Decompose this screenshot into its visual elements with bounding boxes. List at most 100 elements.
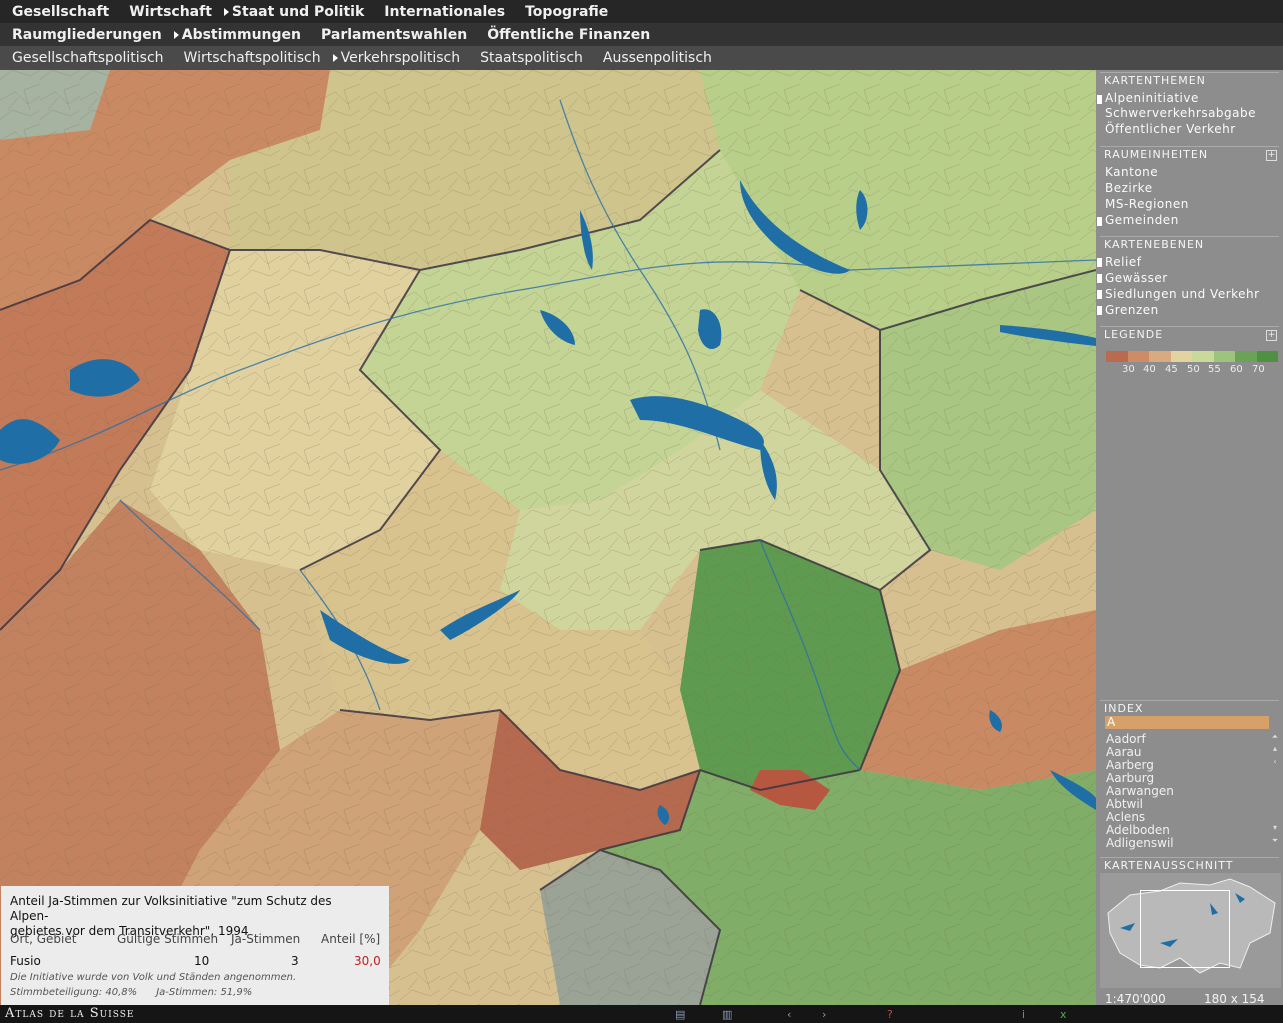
document-icon[interactable]: ▥ <box>722 1008 732 1021</box>
selected-marker <box>1097 217 1102 226</box>
legend-label: 50 <box>1187 364 1200 375</box>
value-share: 30,0 <box>354 954 381 968</box>
overview-map[interactable] <box>1100 873 1281 988</box>
index-item[interactable]: Aarburg <box>1106 771 1154 785</box>
nav-internationales[interactable]: Internationales <box>374 4 515 20</box>
help-icon[interactable]: ? <box>887 1008 893 1021</box>
nav-staatspolitisch[interactable]: Staatspolitisch <box>470 50 593 66</box>
theme-schwerverkehrsabgabe[interactable]: Schwerverkehrsabgabe <box>1105 106 1256 120</box>
nav-gesellschaft[interactable]: Gesellschaft <box>0 4 119 20</box>
nav-staat-und-politik[interactable]: Staat und Politik <box>222 4 374 20</box>
value-valid: 10 <box>194 954 210 968</box>
index-item[interactable]: Adligenswil <box>1106 836 1174 850</box>
nav-topografie[interactable]: Topografie <box>515 4 618 20</box>
section-title-kartenthemen: KARTENTHEMEN <box>1104 74 1206 87</box>
viewport-rectangle[interactable] <box>1140 890 1230 968</box>
unit-gemeinden[interactable]: Gemeinden <box>1105 213 1179 227</box>
nav-verkehrspolitisch[interactable]: Verkehrspolitisch <box>331 50 470 66</box>
info-note: Die Initiative wurde von Volk und Stände… <box>10 972 297 983</box>
legend-label: 45 <box>1165 364 1178 375</box>
value-place: Fusio <box>10 954 41 968</box>
layer-siedlungen-verkehr[interactable]: Siedlungen und Verkehr <box>1105 287 1260 301</box>
scale-readout: 1:470'000 <box>1105 992 1166 1006</box>
nav-wirtschaftspolitisch[interactable]: Wirtschaftspolitisch <box>174 50 331 66</box>
divider <box>1100 146 1279 147</box>
scroll-top-icon[interactable]: ⏶ <box>1270 732 1280 741</box>
index-item[interactable]: Aarau <box>1106 745 1141 759</box>
nav-oeffentliche-finanzen[interactable]: Öffentliche Finanzen <box>477 27 660 43</box>
header-gueltige-stimmen: Gültige Stimmen <box>117 932 219 946</box>
theme-alpeninitiative[interactable]: Alpeninitiative <box>1105 91 1199 105</box>
index-item[interactable]: Aadorf <box>1106 732 1146 746</box>
legend-swatch <box>1192 351 1214 362</box>
legend-swatch <box>1256 351 1278 362</box>
index-search-input[interactable]: A <box>1105 716 1269 729</box>
header-ja-stimmen: Ja-Stimmen <box>231 932 301 946</box>
expand-icon[interactable]: + <box>1266 150 1277 161</box>
list-icon[interactable]: ▤ <box>675 1008 685 1021</box>
nav-level2: Raumgliederungen Abstimmungen Parlaments… <box>0 23 1283 46</box>
index-item[interactable]: Adelboden <box>1106 823 1170 837</box>
unit-kantone[interactable]: Kantone <box>1105 165 1158 179</box>
legend-swatch <box>1149 351 1171 362</box>
checkbox-relief[interactable] <box>1097 258 1102 267</box>
theme-oeffentlicher-verkehr[interactable]: Öffentlicher Verkehr <box>1105 122 1236 136</box>
brand-logo: Atlas de la Suisse <box>5 1006 135 1021</box>
legend-label: 60 <box>1230 364 1243 375</box>
nav-raumgliederungen[interactable]: Raumgliederungen <box>0 27 172 43</box>
unit-ms-regionen[interactable]: MS-Regionen <box>1105 197 1189 211</box>
section-title-kartenebenen: KARTENEBENEN <box>1104 238 1205 251</box>
scroll-back-icon[interactable]: ‹ <box>1270 757 1280 766</box>
legend-label: 30 <box>1122 364 1135 375</box>
layer-gewaesser[interactable]: Gewässer <box>1105 271 1168 285</box>
legend-color-scale <box>1106 351 1278 362</box>
info-title-line1: Anteil Ja-Stimmen zur Volksinitiative "z… <box>10 894 332 923</box>
section-title-raumeinheiten: RAUMEINHEITEN <box>1104 148 1209 161</box>
scroll-bottom-icon[interactable]: ⏷ <box>1270 836 1280 845</box>
forward-icon[interactable]: › <box>822 1008 826 1021</box>
info-icon[interactable]: i <box>1022 1008 1025 1021</box>
nav-gesellschaftspolitisch[interactable]: Gesellschaftspolitisch <box>0 50 174 66</box>
nav-aussenpolitisch[interactable]: Aussenpolitisch <box>593 50 722 66</box>
header-ort: Ort, Gebiet <box>10 932 77 946</box>
legend-swatch <box>1213 351 1235 362</box>
close-icon[interactable]: x <box>1060 1008 1067 1021</box>
checkbox-gewaesser[interactable] <box>1097 274 1102 283</box>
legend-swatch <box>1106 351 1128 362</box>
nav-level3: Gesellschaftspolitisch Wirtschaftspoliti… <box>0 46 1283 70</box>
layer-relief[interactable]: Relief <box>1105 255 1141 269</box>
legend-label: 70 <box>1252 364 1265 375</box>
sidebar: KARTENTHEMEN Alpeninitiative Schwerverke… <box>1096 70 1283 1020</box>
legend-swatch <box>1170 351 1192 362</box>
layer-grenzen[interactable]: Grenzen <box>1105 303 1159 317</box>
map-canvas <box>0 70 1096 1005</box>
scroll-up-icon[interactable]: ▴ <box>1270 744 1280 753</box>
back-icon[interactable]: ‹ <box>787 1008 791 1021</box>
divider <box>1100 72 1279 73</box>
nav-level1: Gesellschaft Wirtschaft Staat und Politi… <box>0 0 1283 23</box>
legend-label: 55 <box>1208 364 1221 375</box>
index-item[interactable]: Aarberg <box>1106 758 1154 772</box>
divider <box>1100 857 1279 858</box>
scroll-down-icon[interactable]: ▾ <box>1270 823 1280 832</box>
selected-marker <box>1097 95 1102 104</box>
legend-swatch <box>1127 351 1149 362</box>
legend-label: 40 <box>1143 364 1156 375</box>
checkbox-grenzen[interactable] <box>1097 306 1102 315</box>
expand-icon[interactable]: + <box>1266 330 1277 341</box>
value-yes: 3 <box>291 954 299 968</box>
nav-parlamentswahlen[interactable]: Parlamentswahlen <box>311 27 477 43</box>
choropleth-map[interactable] <box>0 70 1096 1005</box>
bottom-bar: Atlas de la Suisse ▤ ▥ ‹ › ? i x <box>0 1005 1283 1023</box>
unit-bezirke[interactable]: Bezirke <box>1105 181 1153 195</box>
index-item[interactable]: Aarwangen <box>1106 784 1174 798</box>
nav-wirtschaft[interactable]: Wirtschaft <box>119 4 222 20</box>
nav-abstimmungen[interactable]: Abstimmungen <box>172 27 311 43</box>
index-item[interactable]: Aclens <box>1106 810 1145 824</box>
header-anteil: Anteil [%] <box>321 932 381 946</box>
divider <box>1100 326 1279 327</box>
index-item[interactable]: Abtwil <box>1106 797 1143 811</box>
checkbox-siedlungen[interactable] <box>1097 290 1102 299</box>
divider <box>1100 236 1279 237</box>
info-note: Stimmbeteiligung: 40,8% Ja-Stimmen: 51,9… <box>10 987 253 998</box>
